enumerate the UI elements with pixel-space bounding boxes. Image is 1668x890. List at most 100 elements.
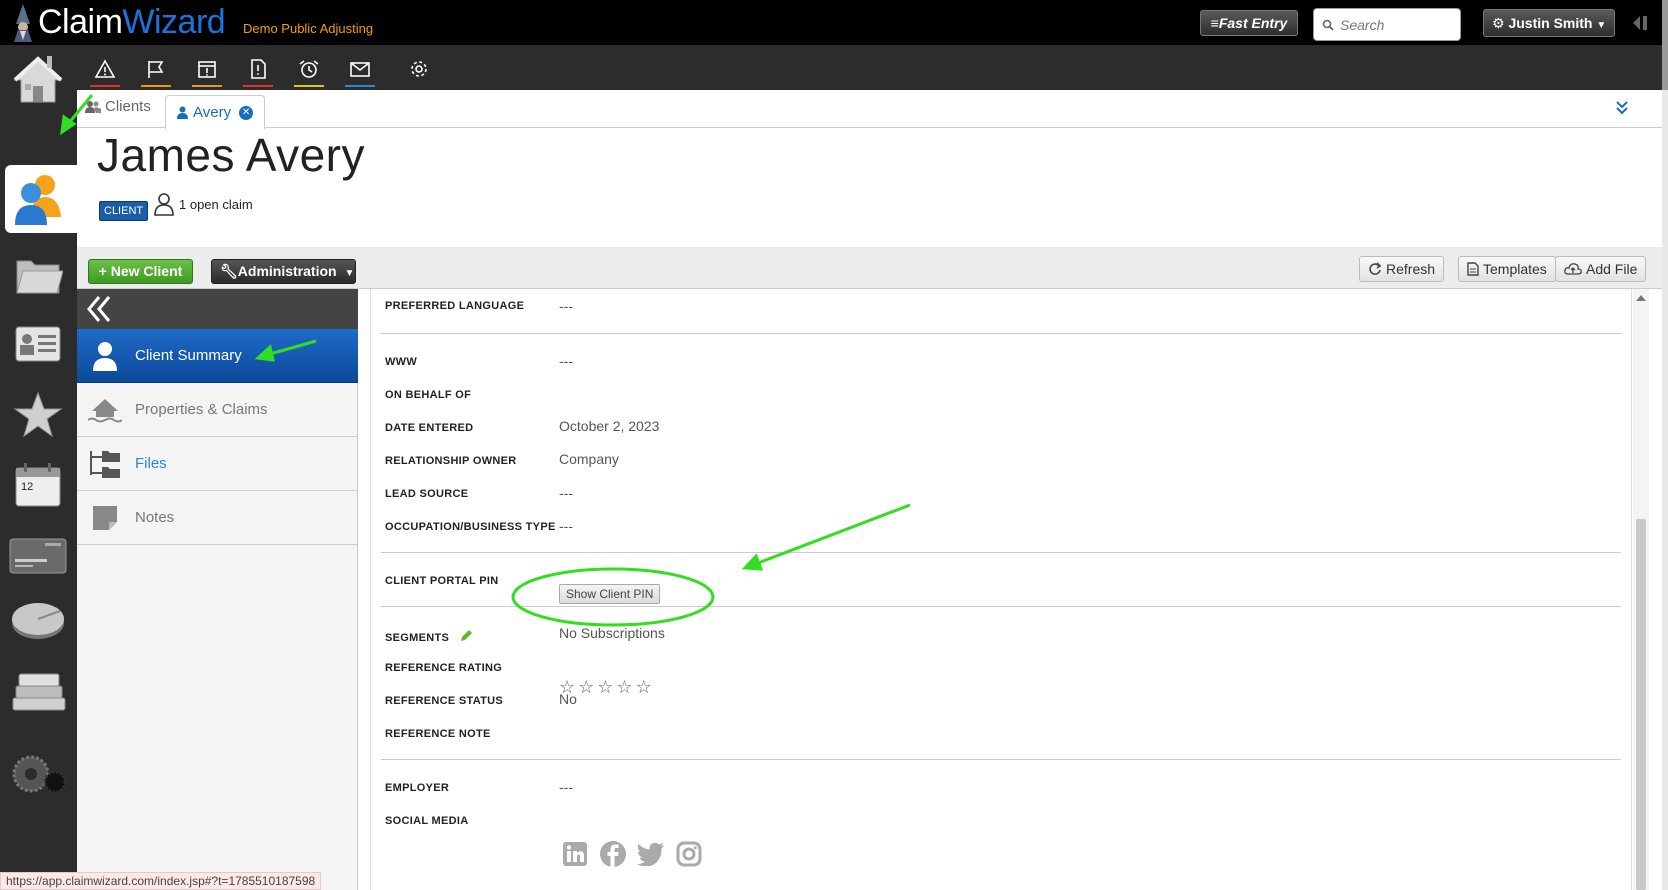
divider xyxy=(381,759,1621,760)
cloud-upload-icon xyxy=(1564,263,1582,275)
wrench-icon: 🔧︎ xyxy=(220,263,238,279)
facebook-icon[interactable] xyxy=(599,840,627,868)
star-outline-icon[interactable]: ☆ xyxy=(636,678,652,696)
task-calendar-icon[interactable] xyxy=(192,55,222,87)
open-claims-label: 1 open claim xyxy=(179,196,253,212)
tab-clients[interactable]: Clients xyxy=(85,98,151,115)
fast-entry-label: Fast Entry xyxy=(1218,15,1288,31)
content-scrollbar[interactable] xyxy=(1633,289,1649,890)
client-summary-panel: PREFERRED LANGUAGE --- WWW --- ON BEHALF… xyxy=(370,289,1632,890)
gear-icon: ⚙ xyxy=(1492,15,1505,31)
app-sidebar: 12 xyxy=(0,45,77,890)
sidebar-item-client-summary[interactable]: Client Summary xyxy=(77,329,358,383)
alert-icon[interactable] xyxy=(90,55,120,87)
credit-card-icon[interactable] xyxy=(8,525,68,585)
flag-icon[interactable] xyxy=(141,55,171,87)
client-portal-pin-label: CLIENT PORTAL PIN xyxy=(385,575,499,587)
star-icon[interactable] xyxy=(8,385,68,445)
star-outline-icon[interactable]: ☆ xyxy=(578,678,594,696)
sidebar-item-label: Client Summary xyxy=(135,347,242,364)
linkedin-icon[interactable] xyxy=(561,840,589,868)
occupation-label: OCCUPATION/BUSINESS TYPE xyxy=(385,521,556,533)
relationship-owner-label: RELATIONSHIP OWNER xyxy=(385,455,517,467)
note-icon xyxy=(87,500,123,536)
star-outline-icon[interactable]: ☆ xyxy=(616,678,632,696)
status-bar-url: https://app.claimwizard.com/index.jsp#?t… xyxy=(0,872,322,890)
open-claims-link[interactable]: 1 open claim xyxy=(153,192,253,216)
segments-label-text: SEGMENTS xyxy=(385,632,450,644)
scroll-up-arrow-icon[interactable] xyxy=(1633,291,1649,305)
refresh-button[interactable]: Refresh xyxy=(1359,256,1445,282)
person-icon xyxy=(87,338,123,374)
folder-icon[interactable] xyxy=(8,245,68,305)
templates-button[interactable]: Templates xyxy=(1458,256,1556,282)
tab-clients-label: Clients xyxy=(105,98,151,115)
settings-icon[interactable] xyxy=(404,55,434,83)
clients-icon[interactable] xyxy=(8,167,68,227)
collapse-panel-icon[interactable] xyxy=(1630,14,1650,32)
books-icon[interactable] xyxy=(8,660,68,720)
mail-icon[interactable] xyxy=(345,55,375,87)
new-client-button[interactable]: + New Client xyxy=(88,259,193,284)
settings-gears-icon[interactable] xyxy=(8,745,68,805)
reference-status-value: No xyxy=(559,691,577,707)
add-file-button[interactable]: Add File xyxy=(1555,256,1647,282)
caret-down-icon: ▼ xyxy=(1596,20,1607,31)
collapse-nav-button[interactable] xyxy=(77,289,358,329)
sidebar-item-label: Files xyxy=(135,455,167,472)
person-outline-icon xyxy=(154,193,174,216)
document-alert-icon[interactable] xyxy=(243,55,273,87)
sidebar-item-properties-claims[interactable]: Properties & Claims xyxy=(77,383,358,437)
pencil-icon[interactable] xyxy=(459,629,473,643)
home-icon[interactable] xyxy=(8,50,68,110)
contacts-card-icon[interactable] xyxy=(8,313,68,373)
caret-down-icon: ▼ xyxy=(344,268,355,279)
logo-text-wizard: Wizard xyxy=(122,3,226,41)
search-icon xyxy=(1322,19,1334,31)
date-entered-label: DATE ENTERED xyxy=(385,422,474,434)
reference-status-label: REFERENCE STATUS xyxy=(385,695,504,707)
sidebar-item-files[interactable]: Files xyxy=(77,437,358,491)
tab-avery[interactable]: Avery ✕ xyxy=(165,95,265,129)
tabs-bar: Clients Avery ✕ xyxy=(77,90,1662,129)
show-client-pin-button[interactable]: Show Client PIN xyxy=(559,584,661,604)
search-input[interactable] xyxy=(1340,16,1450,33)
segments-label: SEGMENTS xyxy=(385,629,473,644)
document-icon xyxy=(1467,262,1479,276)
scrollbar-thumb[interactable] xyxy=(1636,519,1646,890)
top-bar: Claim Wizard Demo Public Adjusting ≡Fast … xyxy=(0,0,1662,45)
expand-chevrons-icon[interactable] xyxy=(1615,100,1629,116)
reference-rating-label: REFERENCE RATING xyxy=(385,662,503,674)
client-type-badge: CLIENT xyxy=(99,201,149,221)
sidebar-item-notes[interactable]: Notes xyxy=(77,491,358,545)
lead-source-value: --- xyxy=(559,485,573,501)
employer-label: EMPLOYER xyxy=(385,782,450,794)
window-scrollbar[interactable] xyxy=(1662,0,1668,890)
search-box[interactable] xyxy=(1313,8,1461,41)
double-chevron-left-icon xyxy=(87,296,111,322)
templates-label: Templates xyxy=(1483,261,1547,277)
company-tagline: Demo Public Adjusting xyxy=(243,21,374,36)
users-icon xyxy=(85,100,101,113)
claimwizard-app: Claim Wizard Demo Public Adjusting ≡Fast … xyxy=(0,0,1668,890)
instagram-icon[interactable] xyxy=(675,840,703,868)
logo-text-claim: Claim xyxy=(38,3,123,41)
user-menu-button[interactable]: ⚙ Justin Smith ▼ xyxy=(1483,9,1615,37)
alarm-clock-icon[interactable] xyxy=(294,55,324,87)
user-icon xyxy=(177,106,188,119)
svg-text:12: 12 xyxy=(21,481,33,493)
quick-toolbar xyxy=(77,45,1662,90)
administration-dropdown[interactable]: 🔧︎Administration ▼ xyxy=(211,259,356,284)
twitter-icon[interactable] xyxy=(637,840,665,868)
star-outline-icon[interactable]: ☆ xyxy=(597,678,613,696)
calendar-icon[interactable]: 12 xyxy=(8,455,68,515)
page-title: James Avery xyxy=(97,129,365,181)
fast-entry-button[interactable]: ≡Fast Entry xyxy=(1200,10,1298,36)
social-media-links xyxy=(561,840,713,868)
occupation-value: --- xyxy=(559,518,573,534)
close-tab-icon[interactable]: ✕ xyxy=(239,105,254,120)
preferred-language-value: --- xyxy=(559,298,573,314)
app-logo[interactable]: Claim Wizard xyxy=(8,2,226,42)
pie-chart-icon[interactable] xyxy=(8,590,68,650)
refresh-label: Refresh xyxy=(1386,261,1436,277)
